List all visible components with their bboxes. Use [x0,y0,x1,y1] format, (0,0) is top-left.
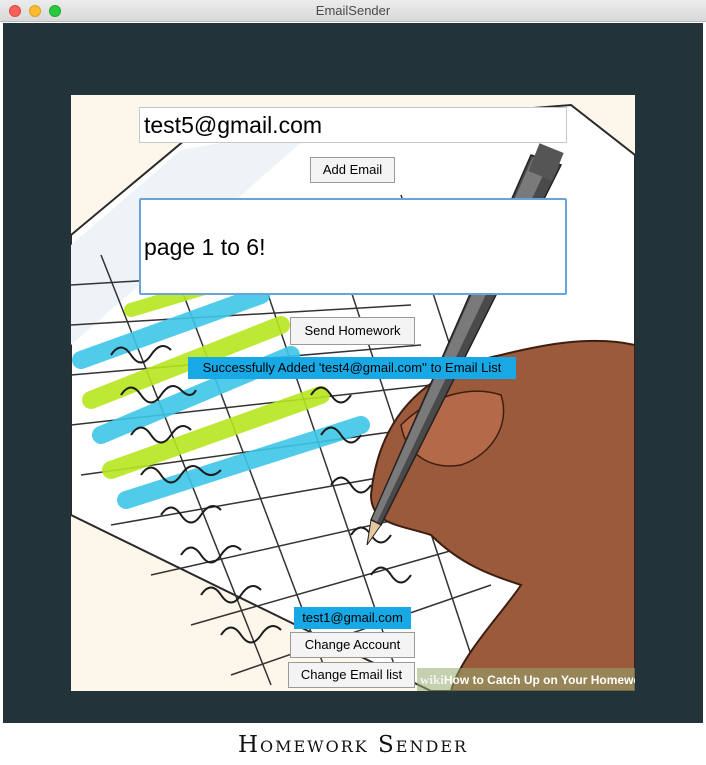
watermark-prefix: wiki [420,672,444,687]
add-email-button[interactable]: Add Email [310,157,395,183]
footer-title: Homework Sender [237,732,469,758]
change-email-list-button[interactable]: Change Email list [288,662,415,688]
homework-canvas: Add Email page 1 to 6! Send Homework Suc… [71,95,635,691]
send-homework-button[interactable]: Send Homework [290,317,415,345]
status-message: Successfully Added 'test4@gmail.com'' to… [188,357,516,379]
email-input[interactable] [139,107,567,143]
watermark-banner: wikiHow to Catch Up on Your Homewo [417,668,635,691]
watermark-text: How to Catch Up on Your Homewo [443,673,635,687]
homework-illustration [71,103,635,691]
homework-message-input[interactable]: page 1 to 6! [139,198,567,295]
window-titlebar: EmailSender [0,0,706,22]
window-title: EmailSender [315,3,391,18]
current-account-label: test1@gmail.com [294,607,411,629]
change-account-button[interactable]: Change Account [290,632,415,658]
